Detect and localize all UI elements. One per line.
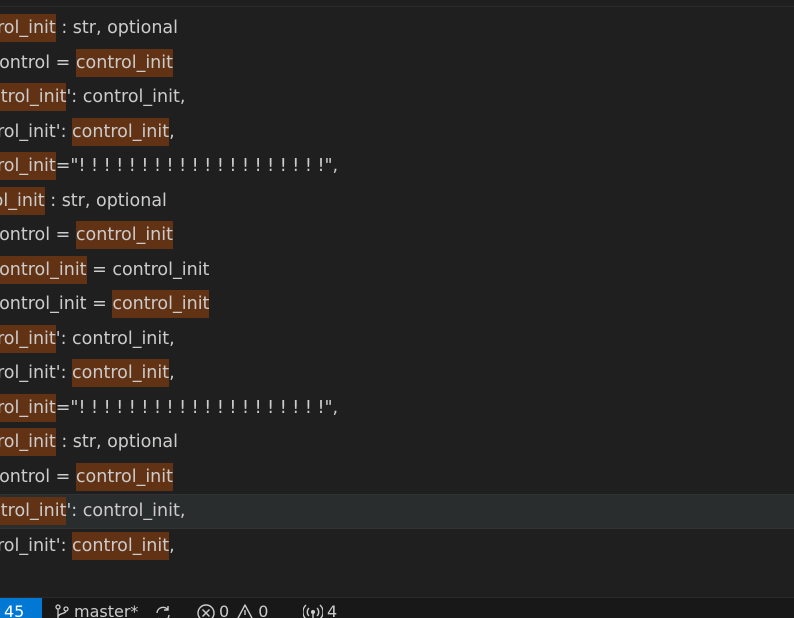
code-line[interactable]: ntrol_init': control_init, [0,529,794,564]
match-highlight: control_init [72,117,170,146]
code-line[interactable]: ontrol_init': control_init, [0,80,794,115]
code-token: , [169,121,175,142]
code-token: , [169,363,175,383]
match-highlight: control_init [0,255,87,284]
code-line[interactable]: ntrol_init': control_init, [0,356,794,391]
match-highlight: control_init [112,290,210,318]
code-line-content: ontrol_init': control_init, [0,80,185,115]
code-line[interactable]: f.control = control_init [0,460,794,495]
sync-icon [154,598,172,618]
branch-status[interactable]: master* [54,598,138,618]
branch-name: master* [74,602,139,618]
code-token: = control_init [86,259,210,280]
match-highlight: ontrol_init [0,83,67,111]
code-token: f.control = [0,466,71,487]
match-highlight: control_init [72,359,170,387]
code-token: ntrol_init': [0,363,67,383]
code-token: : str, optional [44,190,167,211]
git-branch-icon [54,598,70,618]
code-line-content: ntrol_init="! ! ! ! ! ! ! ! ! ! ! ! ! ! … [0,391,338,426]
remote-indicator[interactable]: 45 [0,598,42,618]
code-editor[interactable]: ntrol_init : str, optionalf.control = co… [0,11,794,586]
match-highlight: control_init [75,462,173,491]
code-line[interactable]: ntrol_init': control_init, [0,115,794,150]
code-line-content: ntrol_init : str, optional [0,11,178,46]
code-line-content: ntrol_init="! ! ! ! ! ! ! ! ! ! ! ! ! ! … [0,149,338,184]
code-token: : str, optional [55,432,179,452]
code-token: f.control = [0,52,71,73]
code-line-content: ntrol_init': control_init, [0,322,175,357]
code-line[interactable]: ntrol_init : str, optional [0,11,794,46]
error-circle-icon [197,598,215,618]
code-token: ': control_init, [66,87,186,107]
sync-button[interactable] [154,598,172,618]
code-token: f.control_init = [0,294,107,314]
code-line-content: ntrol_init': control_init, [0,356,175,391]
warning-triangle-icon [236,598,254,618]
error-count: 0 [219,602,230,618]
code-line-content: f.control = control_init [0,46,173,81]
code-token: ntrol_init': [0,535,67,556]
match-highlight: ntrol_init [0,14,56,42]
vscode-window: ntrol_init : str, optionalf.control = co… [0,0,794,618]
code-token: ="! ! ! ! ! ! ! ! ! ! ! ! ! ! ! ! ! ! ! … [55,156,339,176]
status-bar: 45 master* 0 0 4 [0,597,794,618]
remote-indicator-label: 45 [4,602,25,618]
code-line-content: ntrol_init': control_init, [0,115,175,150]
match-highlight: control_init [75,48,173,77]
code-token: : str, optional [55,18,179,38]
code-line-content: f.control_init = control_init [0,287,210,322]
ports-status[interactable]: 4 [303,598,337,618]
code-line[interactable]: ontrol_init': control_init, [0,494,794,529]
code-line[interactable]: trol_init : str, optional [0,184,794,219]
code-line-content: ntrol_init': control_init, [0,529,175,564]
code-line-content: ontrol_init': control_init, [0,494,185,529]
code-token: f.control = [0,225,71,245]
code-line-content: trol_init : str, optional [0,184,167,219]
match-highlight: trol_init [0,186,45,215]
code-line-content: ntrol_init : str, optional [0,425,178,460]
code-line[interactable]: f.control_init = control_init [0,287,794,322]
code-token: ': control_init, [66,501,186,521]
match-highlight: control_init [72,531,170,560]
code-token: ="! ! ! ! ! ! ! ! ! ! ! ! ! ! ! ! ! ! ! … [55,397,339,418]
code-line-content: f.control = control_init [0,460,173,495]
match-highlight: ntrol_init [0,393,56,422]
code-token: ': control_init, [55,328,175,349]
problems-status[interactable]: 0 0 [197,598,268,618]
code-line[interactable]: ntrol_init : str, optional [0,425,794,460]
code-line[interactable]: f.control_init = control_init [0,253,794,288]
match-highlight: ntrol_init [0,152,56,180]
code-line[interactable]: ntrol_init="! ! ! ! ! ! ! ! ! ! ! ! ! ! … [0,149,794,184]
warning-count: 0 [258,602,269,618]
code-token: ntrol_init': [0,121,67,142]
code-token: , [169,535,175,556]
match-highlight: ntrol_init [0,428,56,456]
match-highlight: ntrol_init [0,324,56,353]
code-line[interactable]: f.control = control_init [0,218,794,253]
code-line[interactable]: f.control = control_init [0,46,794,81]
code-line[interactable]: ntrol_init="! ! ! ! ! ! ! ! ! ! ! ! ! ! … [0,391,794,426]
tab-bar-edge [0,0,794,7]
code-line[interactable]: ntrol_init': control_init, [0,322,794,357]
code-line-content: f.control_init = control_init [0,253,209,288]
match-highlight: ontrol_init [0,497,67,525]
code-line-content: f.control = control_init [0,218,173,253]
ports-count: 4 [327,602,338,618]
broadcast-icon [303,598,323,618]
match-highlight: control_init [75,221,173,249]
